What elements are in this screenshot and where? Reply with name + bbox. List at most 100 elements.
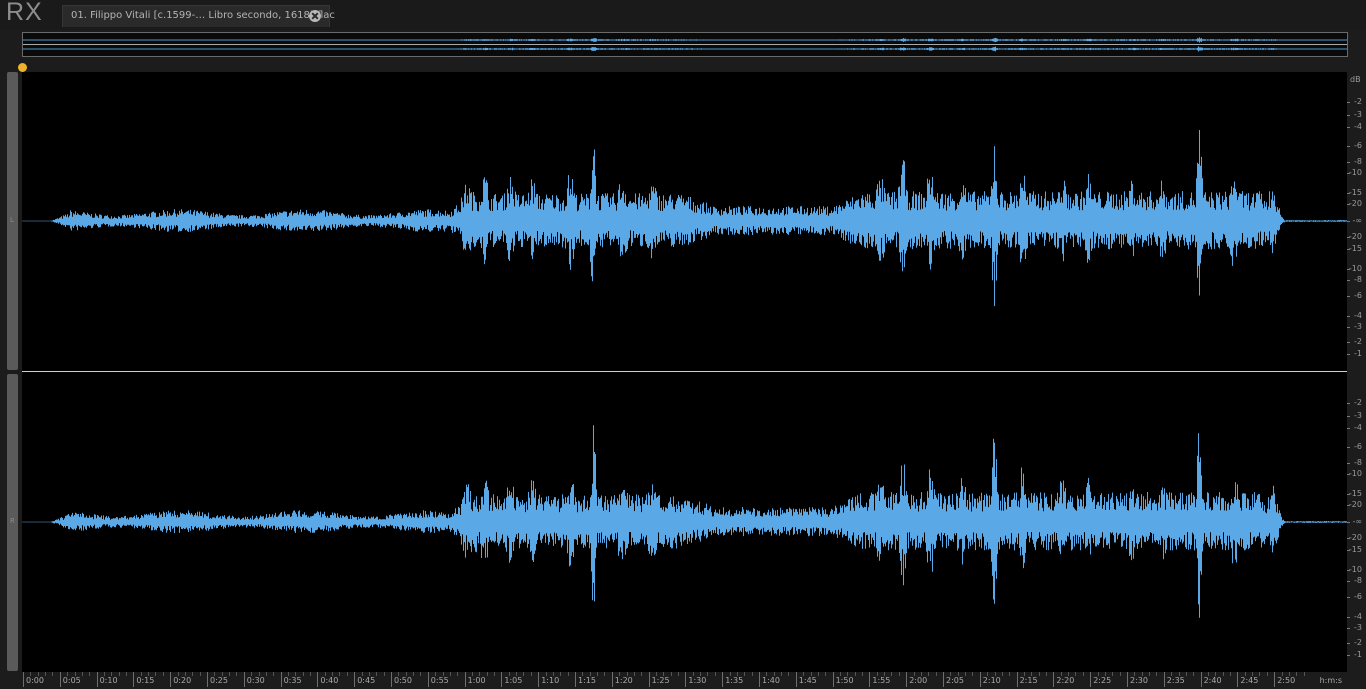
time-minor-tick <box>457 672 459 676</box>
time-tick-mark <box>1127 672 1128 687</box>
time-ruler[interactable]: h:m:s 0:00 0:05 0:10 0:15 0:20 0:25 0:30 0:35 0:… <box>22 672 1348 689</box>
time-minor-tick <box>935 672 937 676</box>
time-minor-tick <box>302 672 304 676</box>
db-tick-label: -20 <box>1348 533 1362 542</box>
db-tick-mark <box>1347 204 1350 205</box>
time-minor-tick <box>361 672 363 676</box>
db-tick-label: -2 <box>1354 638 1362 647</box>
db-tick-mark <box>1347 342 1350 343</box>
time-minor-tick <box>1215 672 1217 676</box>
db-tick-label: -2 <box>1354 97 1362 106</box>
time-minor-tick <box>626 672 628 676</box>
time-minor-tick <box>310 672 312 676</box>
time-tick-label: 1:35 <box>725 676 744 685</box>
time-minor-tick <box>707 672 709 676</box>
time-minor-tick <box>162 672 164 676</box>
db-tick-mark <box>1347 522 1350 523</box>
time-minor-tick <box>1119 672 1121 676</box>
time-minor-tick <box>1149 672 1151 676</box>
time-minor-tick <box>332 672 334 676</box>
db-tick-label: -4 <box>1354 122 1362 131</box>
time-minor-tick <box>1075 672 1077 676</box>
time-tick-mark <box>23 672 24 687</box>
time-tick-label: 1:55 <box>872 676 891 685</box>
time-tick-label: 0:55 <box>430 676 449 685</box>
waveform-canvas <box>22 130 1347 618</box>
time-minor-tick <box>589 672 591 676</box>
db-tick-label: -3 <box>1354 322 1362 331</box>
waveform-overview[interactable] <box>22 32 1348 57</box>
time-minor-tick <box>950 672 952 676</box>
time-minor-tick <box>126 672 128 676</box>
time-minor-tick <box>552 672 554 676</box>
time-minor-tick <box>1009 672 1011 676</box>
time-tick-label: 1:50 <box>835 676 854 685</box>
time-minor-tick <box>854 672 856 676</box>
time-tick-mark <box>243 672 245 687</box>
db-tick-label: -20 <box>1348 500 1362 509</box>
time-minor-tick <box>972 672 974 676</box>
time-tick-mark <box>1200 672 1202 687</box>
time-minor-tick <box>265 672 267 676</box>
time-tick-label: 1:05 <box>504 676 523 685</box>
db-tick-mark <box>1347 403 1350 404</box>
time-unit-label: h:m:s <box>1319 676 1342 685</box>
time-minor-tick <box>825 672 827 676</box>
time-minor-tick <box>148 672 150 676</box>
time-minor-tick <box>449 672 451 676</box>
time-minor-tick <box>486 672 488 676</box>
time-minor-tick <box>140 672 142 676</box>
overview-waveform <box>23 37 1347 52</box>
db-tick-label: -20 <box>1348 232 1362 241</box>
time-minor-tick <box>619 672 621 676</box>
time-tick-label: 0:50 <box>394 676 412 685</box>
time-minor-tick <box>670 672 672 676</box>
time-minor-tick <box>1112 672 1114 676</box>
time-minor-tick <box>876 672 878 676</box>
time-minor-tick <box>1259 672 1261 676</box>
time-minor-tick <box>965 672 967 676</box>
db-tick-label: -10 <box>1348 469 1362 478</box>
time-minor-tick <box>1244 672 1246 676</box>
db-tick-mark <box>1347 581 1350 582</box>
db-tick-mark <box>1347 538 1350 539</box>
db-tick-mark <box>1347 146 1350 147</box>
time-minor-tick <box>714 672 716 676</box>
time-tick-label: 2:00 <box>909 676 928 685</box>
time-tick-mark <box>59 672 61 687</box>
time-minor-tick <box>1193 672 1195 676</box>
time-minor-tick <box>199 672 201 676</box>
time-tick-mark <box>317 672 319 687</box>
db-tick-label: -8 <box>1354 576 1362 585</box>
db-tick-label: -8 <box>1354 275 1362 284</box>
time-minor-tick <box>1031 672 1033 676</box>
time-minor-tick <box>30 672 32 676</box>
time-minor-tick <box>928 672 930 676</box>
time-minor-tick <box>810 672 812 676</box>
time-minor-tick <box>655 672 657 676</box>
db-tick-label: -1 <box>1354 650 1362 659</box>
db-tick-label: -15 <box>1348 188 1362 197</box>
time-tick-mark <box>1016 672 1018 687</box>
left-channel-label: L <box>10 216 14 224</box>
time-minor-tick <box>1230 672 1232 676</box>
time-minor-tick <box>184 672 186 676</box>
time-minor-tick <box>1303 672 1305 676</box>
time-minor-tick <box>560 672 562 676</box>
time-minor-tick <box>74 672 76 676</box>
db-tick-mark <box>1347 597 1350 598</box>
waveform-display[interactable] <box>22 72 1347 672</box>
db-tick-mark <box>1347 237 1350 238</box>
db-tick-mark <box>1347 428 1350 429</box>
db-tick-label: -8 <box>1354 458 1362 467</box>
time-tick-mark <box>133 672 135 687</box>
file-tab[interactable]: 01. Filippo Vitali [c.1599-… Libro secon… <box>62 5 335 27</box>
time-minor-tick <box>442 672 444 676</box>
time-minor-tick <box>729 672 731 676</box>
close-icon[interactable] <box>309 10 321 22</box>
playhead-marker-icon[interactable] <box>18 63 27 75</box>
time-tick-label: 1:15 <box>578 676 596 685</box>
left-channel-waveform <box>22 130 1347 307</box>
time-tick-label: 2:20 <box>1056 676 1075 685</box>
time-minor-tick <box>118 672 120 676</box>
